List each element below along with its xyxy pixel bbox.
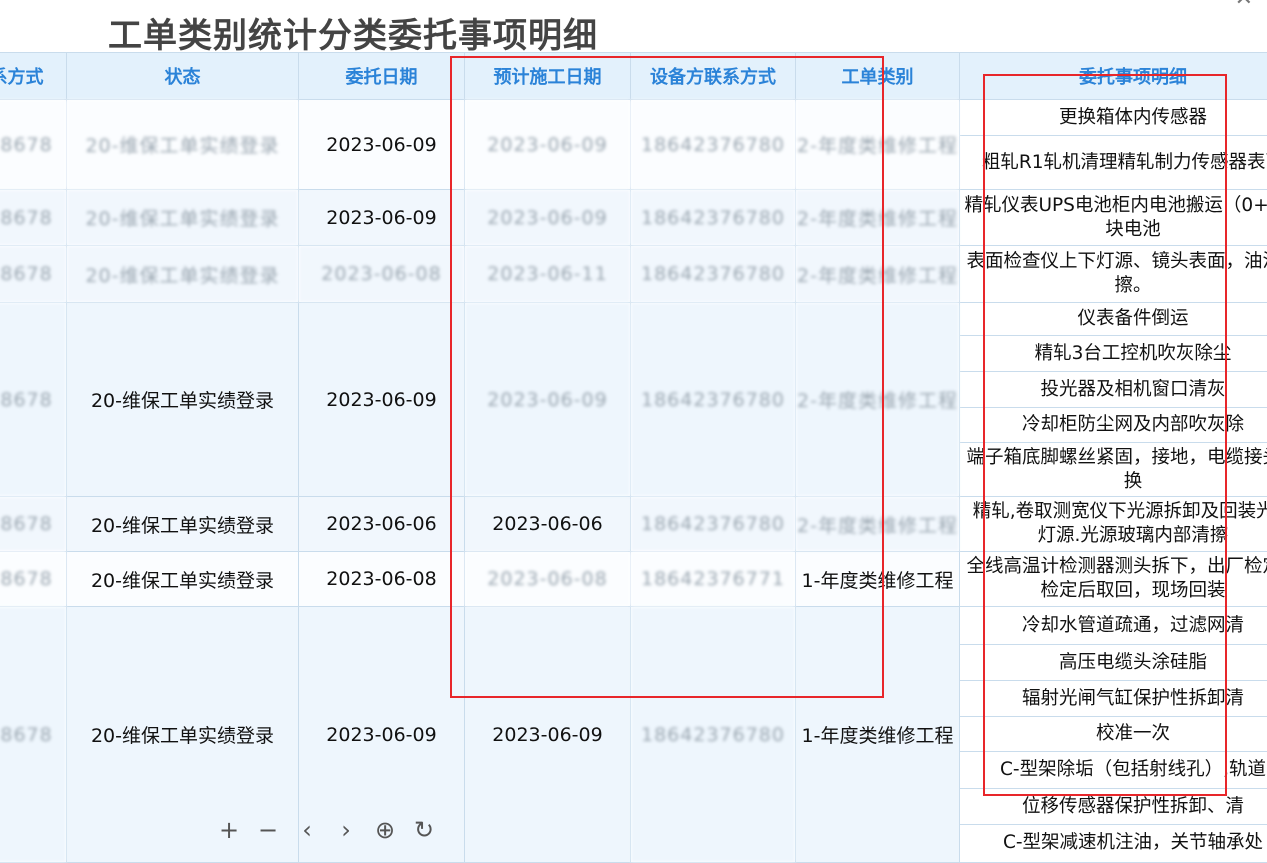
detail-item: 仪表备件倒运 (960, 303, 1267, 336)
cell-status: 20-维保工单实绩登录 (67, 497, 299, 552)
detail-item: 冷却柜防尘网及内部吹灰除 (960, 408, 1267, 443)
cell-status: 20-维保工单实绩登录 (67, 100, 299, 190)
detail-item: 粗轧R1轧机清理精轧制力传感器表面 (960, 136, 1267, 189)
detail-item: 更换箱体内传感器 (960, 100, 1267, 136)
detail-item: 辐射光闸气缸保护性拆卸清 (960, 681, 1267, 717)
cell-device-contact: 18642376780 (631, 246, 796, 303)
cell-contact: 1 8678 (0, 552, 67, 607)
cell-commission-date: 2023-06-08 (299, 246, 465, 303)
cell-planned-date: 2023-06-09 (465, 100, 631, 190)
cell-order-type: 2-年度类维修工程 (796, 190, 960, 246)
cell-status: 20-维保工单实绩登录 (67, 303, 299, 497)
detail-item: C-型架减速机注油，关节轴承处 (960, 825, 1267, 861)
zoom-in-icon[interactable]: + (216, 816, 242, 844)
cell-detail: 全线高温计检测器测头拆下，出厂检定。检定后取回，现场回装 (960, 552, 1267, 607)
cell-commission-date: 2023-06-06 (299, 497, 465, 552)
cell-planned-date: 2023-06-08 (465, 552, 631, 607)
page-title: 工单类别统计分类委托事项明细 (108, 8, 598, 57)
cell-order-type: 2-年度类维修工程 (796, 246, 960, 303)
detail-item: C-型架除垢（包括射线孔）,轨道 (960, 752, 1267, 789)
cell-detail: 仪表备件倒运 精轧3台工控机吹灰除尘 投光器及相机窗口清灰 冷却柜防尘网及内部吹… (960, 303, 1267, 497)
cell-order-type: 1-年度类维修工程 (796, 552, 960, 607)
detail-item: 精轧仪表UPS电池柜内电池搬运（0+32）块电池 (960, 190, 1267, 245)
cell-device-contact: 18642376780 (631, 100, 796, 190)
cell-planned-date: 2023-06-11 (465, 246, 631, 303)
detail-item: 端子箱底脚螺丝紧固，接地，电缆接头更换 (960, 443, 1267, 496)
header-device-contact: 设备方联系方式 (631, 53, 796, 100)
table-row: 1 8678 20-维保工单实绩登录 2023-06-09 2023-06-09… (0, 190, 1267, 246)
cell-status: 20-维保工单实绩登录 (67, 552, 299, 607)
cell-commission-date: 2023-06-09 (299, 100, 465, 190)
header-planned-date: 预计施工日期 (465, 53, 631, 100)
cell-device-contact: 18642376771 (631, 552, 796, 607)
cell-detail: 精轧,卷取测宽仪下光源拆卸及回装光源灯源.光源玻璃内部清擦 (960, 497, 1267, 552)
detail-item: 精轧3台工控机吹灰除尘 (960, 336, 1267, 372)
header-commission-date: 委托日期 (299, 53, 465, 100)
table-row: 1 8678 20-维保工单实绩登录 2023-06-09 2023-06-09… (0, 303, 1267, 497)
cell-planned-date: 2023-06-09 (465, 190, 631, 246)
detail-item: 冷却水管道疏通，过滤网清 (960, 608, 1267, 645)
cell-detail: 冷却水管道疏通，过滤网清 高压电缆头涂硅脂 辐射光闸气缸保护性拆卸清 校准一次 … (960, 607, 1267, 863)
cell-contact: 1 8678 (0, 246, 67, 303)
cell-contact: 1 8678 (0, 607, 67, 863)
header-contact: 系方式 (0, 53, 67, 100)
cell-order-type: 2-年度类维修工程 (796, 303, 960, 497)
cell-device-contact: 18642376780 (631, 190, 796, 246)
detail-item: 全线高温计检测器测头拆下，出厂检定。检定后取回，现场回装 (960, 552, 1267, 606)
cell-order-type: 1-年度类维修工程 (796, 607, 960, 863)
close-icon[interactable]: ✕ (1235, 0, 1253, 11)
detail-item: 校准一次 (960, 717, 1267, 752)
cell-contact: 1 8678 (0, 497, 67, 552)
cell-order-type: 2-年度类维修工程 (796, 497, 960, 552)
detail-table: 系方式 状态 委托日期 预计施工日期 设备方联系方式 工单类别 委托事项明细 1… (0, 52, 1267, 863)
cell-contact: 1 8678 (0, 100, 67, 190)
zoom-out-icon[interactable]: − (255, 816, 281, 844)
table-row: 1 8678 20-维保工单实绩登录 2023-06-09 2023-06-09… (0, 100, 1267, 190)
cell-order-type: 2-年度类维修工程 (796, 100, 960, 190)
table-row: 1 8678 20-维保工单实绩登录 2023-06-08 2023-06-11… (0, 246, 1267, 303)
table-header-row: 系方式 状态 委托日期 预计施工日期 设备方联系方式 工单类别 委托事项明细 (0, 53, 1267, 100)
table-row: 1 8678 20-维保工单实绩登录 2023-06-06 2023-06-06… (0, 497, 1267, 552)
cell-planned-date: 2023-06-09 (465, 303, 631, 497)
cell-device-contact: 18642376780 (631, 607, 796, 863)
table-row: 1 8678 20-维保工单实绩登录 2023-06-08 2023-06-08… (0, 552, 1267, 607)
detail-item: 位移传感器保护性拆卸、清 (960, 789, 1267, 825)
prev-icon[interactable]: ‹ (294, 816, 320, 844)
image-viewer-toolbar: + − ‹ › ⊕ ↻ (216, 816, 437, 844)
cell-detail: 更换箱体内传感器 粗轧R1轧机清理精轧制力传感器表面 (960, 100, 1267, 190)
cell-planned-date: 2023-06-06 (465, 497, 631, 552)
cell-status: 20-维保工单实绩登录 (67, 190, 299, 246)
header-status: 状态 (67, 53, 299, 100)
cell-planned-date: 2023-06-09 (465, 607, 631, 863)
cell-contact: 1 8678 (0, 303, 67, 497)
cell-status: 20-维保工单实绩登录 (67, 246, 299, 303)
detail-item: 表面检查仪上下灯源、镜头表面，油泥清擦。 (960, 246, 1267, 302)
cell-commission-date: 2023-06-08 (299, 552, 465, 607)
table-row: 1 8678 20-维保工单实绩登录 2023-06-09 2023-06-09… (0, 607, 1267, 863)
cell-commission-date: 2023-06-09 (299, 190, 465, 246)
cell-device-contact: 18642376780 (631, 303, 796, 497)
header-order-type: 工单类别 (796, 53, 960, 100)
cell-detail: 精轧仪表UPS电池柜内电池搬运（0+32）块电池 (960, 190, 1267, 246)
cell-device-contact: 18642376780 (631, 497, 796, 552)
cell-contact: 1 8678 (0, 190, 67, 246)
detail-item: 投光器及相机窗口清灰 (960, 372, 1267, 408)
fit-icon[interactable]: ⊕ (372, 816, 398, 844)
detail-item: 高压电缆头涂硅脂 (960, 645, 1267, 681)
next-icon[interactable]: › (333, 816, 359, 844)
rotate-icon[interactable]: ↻ (411, 816, 437, 844)
detail-item: 精轧,卷取测宽仪下光源拆卸及回装光源灯源.光源玻璃内部清擦 (960, 497, 1267, 551)
header-detail: 委托事项明细 (960, 53, 1267, 100)
cell-detail: 表面检查仪上下灯源、镜头表面，油泥清擦。 (960, 246, 1267, 303)
cell-commission-date: 2023-06-09 (299, 303, 465, 497)
